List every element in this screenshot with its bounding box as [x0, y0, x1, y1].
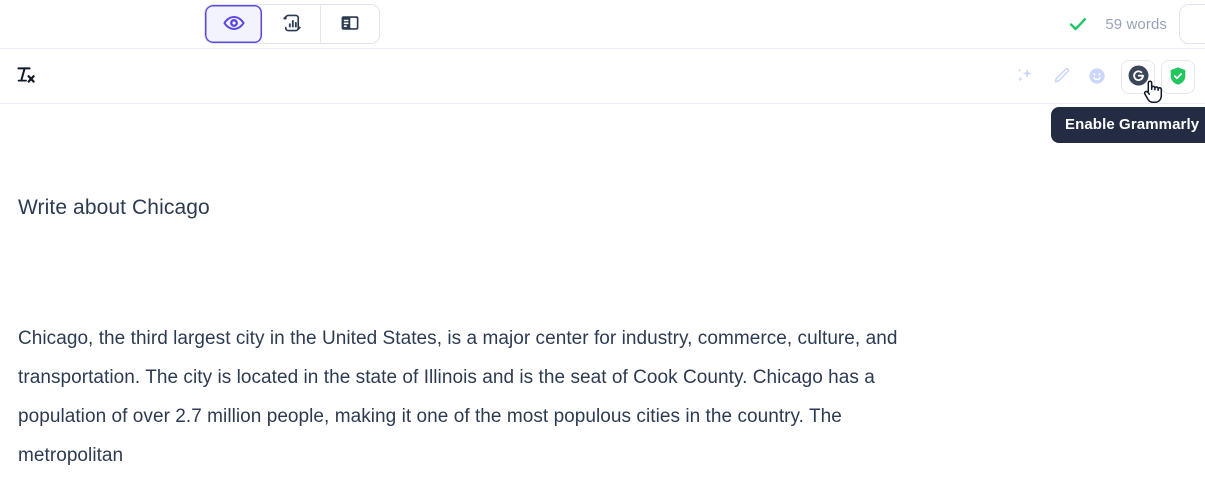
chart-refresh-icon	[281, 12, 303, 37]
split-layout-icon	[339, 12, 361, 37]
view-mode-segmented-control[interactable]	[204, 4, 380, 44]
top-bar-edge-button[interactable]	[1179, 4, 1205, 44]
grammarly-logo-icon	[1127, 64, 1150, 90]
emoji-button[interactable]	[1079, 59, 1115, 95]
view-mode-split-view-button[interactable]	[321, 5, 379, 43]
shield-check-icon	[1167, 65, 1189, 90]
view-mode-preview-button[interactable]	[205, 5, 263, 43]
toolbar-right-actions	[1007, 49, 1195, 105]
document-paragraph[interactable]: Chicago, the third largest city in the U…	[18, 319, 898, 475]
grammarly-button[interactable]	[1121, 60, 1155, 94]
grammarly-tooltip: Enable Grammarly	[1051, 107, 1205, 143]
pencil-icon	[1051, 66, 1071, 89]
document-title[interactable]: Write about Chicago	[18, 196, 210, 220]
view-mode-analytics-button[interactable]	[263, 5, 321, 43]
top-bar: 59 words	[0, 0, 1205, 48]
clear-formatting-icon	[14, 63, 38, 90]
checkmark-icon	[1067, 13, 1089, 35]
clear-formatting-button[interactable]	[8, 58, 44, 94]
format-toolbar	[0, 48, 1205, 104]
emoji-smiley-icon	[1087, 66, 1107, 89]
eye-icon	[222, 12, 245, 37]
shield-protection-button[interactable]	[1161, 60, 1195, 94]
pencil-button[interactable]	[1043, 59, 1079, 95]
word-count-status: 59 words	[1067, 0, 1167, 48]
document-editor[interactable]: Write about Chicago Chicago, the third l…	[0, 104, 1205, 499]
sparkles-icon	[1015, 66, 1035, 89]
word-count-label: 59 words	[1105, 15, 1167, 33]
sparkles-button[interactable]	[1007, 59, 1043, 95]
